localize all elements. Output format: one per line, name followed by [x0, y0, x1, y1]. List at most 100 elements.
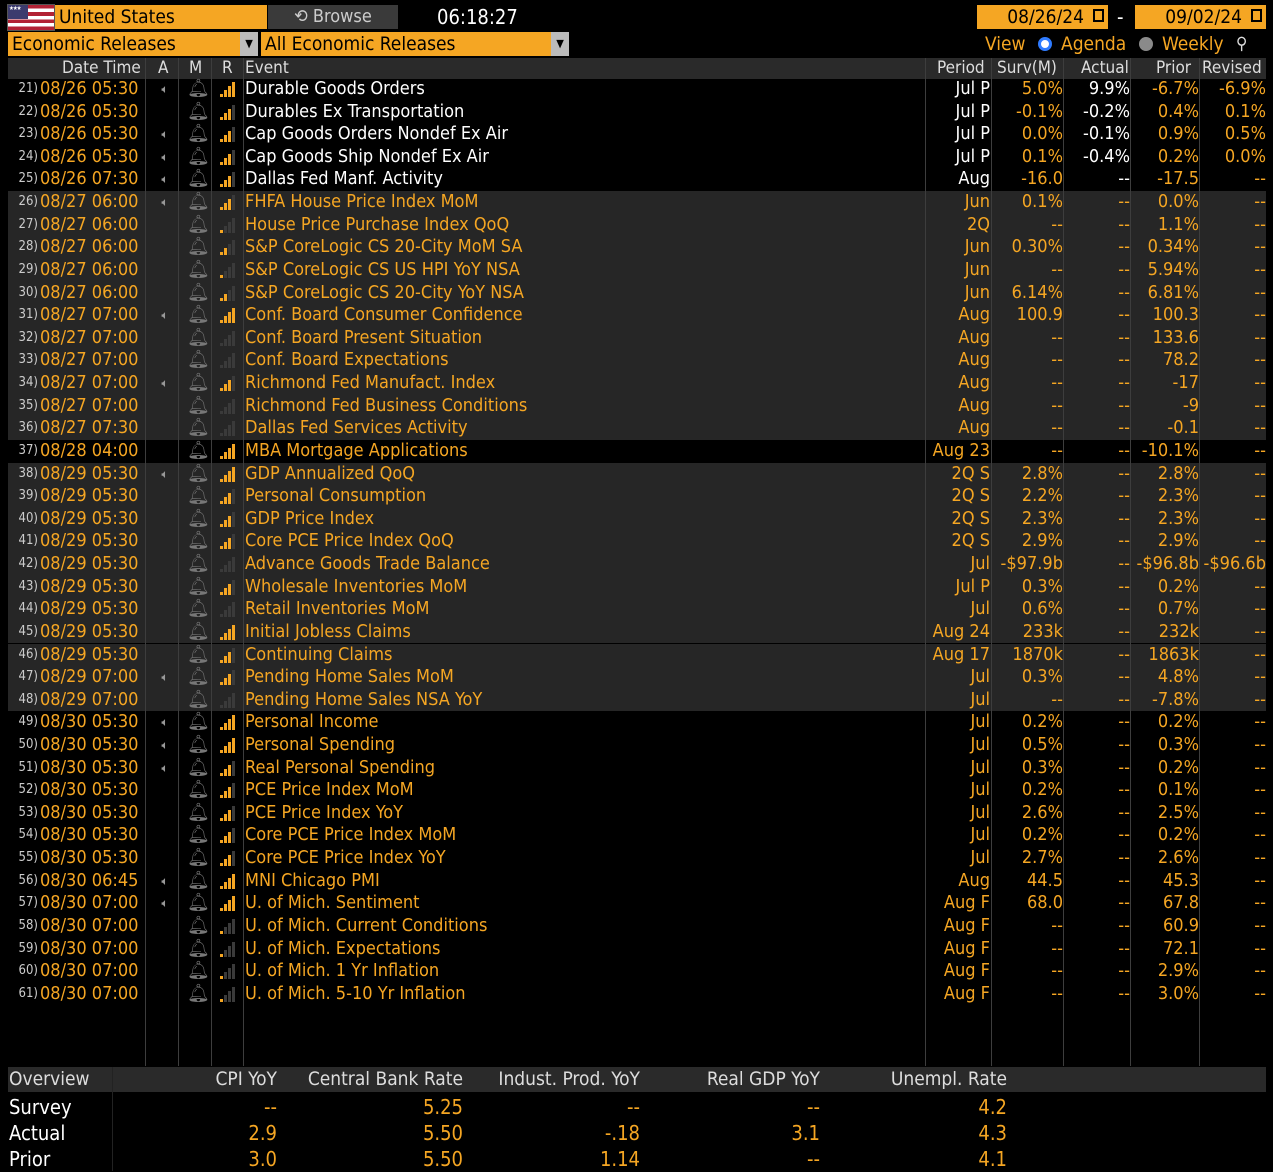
event-name[interactable]: Personal Consumption	[245, 485, 925, 508]
speaker-icon[interactable]: 🔈︎	[156, 372, 174, 395]
bell-icon[interactable]: 🔔︎	[187, 802, 210, 825]
bell-icon[interactable]: 🔔︎	[187, 123, 210, 146]
speaker-icon[interactable]: 🔈︎	[156, 123, 174, 146]
table-row[interactable]: 56) 08/30 06:45 🔈︎ 🔔︎ MNI Chicago PMI Aug 44.5…	[8, 870, 1266, 893]
table-row[interactable]: 33) 08/27 07:00 🔔︎ Conf. Board Expectations…	[8, 349, 1266, 373]
table-row[interactable]: 36) 08/27 07:30 🔔︎ Dallas Fed Services Acti…	[8, 417, 1266, 440]
country-selector[interactable]: United States	[55, 5, 267, 29]
bell-icon[interactable]: 🔔︎	[187, 644, 210, 667]
bell-icon[interactable]: 🔔︎	[187, 960, 210, 983]
table-row[interactable]: 45) 08/29 05:30 🔔︎ Initial Jobless Claims Au…	[8, 620, 1266, 644]
bell-icon[interactable]: 🔔︎	[187, 395, 210, 418]
bell-icon[interactable]: 🔔︎	[187, 327, 210, 350]
table-row[interactable]: 42) 08/29 05:30 🔔︎ Advance Goods Trade Bala…	[8, 553, 1266, 576]
bell-icon[interactable]: 🔔︎	[187, 78, 210, 101]
start-date-field[interactable]: 08/26/24	[977, 5, 1108, 29]
table-row[interactable]: 57) 08/30 07:00 🔈︎ 🔔︎ U. of Mich. Sentiment A…	[8, 892, 1266, 915]
bell-icon[interactable]: 🔔︎	[187, 282, 210, 305]
bell-icon[interactable]: 🔔︎	[187, 236, 210, 259]
weekly-radio[interactable]	[1139, 37, 1153, 51]
bell-icon[interactable]: 🔔︎	[187, 938, 210, 961]
table-row[interactable]: 39) 08/29 05:30 🔔︎ Personal Consumption 2Q S…	[8, 485, 1266, 508]
event-name[interactable]: Richmond Fed Manufact. Index	[245, 372, 925, 395]
event-name[interactable]: Continuing Claims	[245, 644, 925, 667]
event-name[interactable]: FHFA House Price Index MoM	[245, 191, 925, 214]
browse-button[interactable]: ⟲ Browse	[268, 5, 398, 29]
speaker-icon[interactable]: 🔈︎	[156, 757, 174, 780]
table-row[interactable]: 46) 08/29 05:30 🔔︎ Continuing Claims Aug 17 1…	[8, 643, 1266, 667]
bell-icon[interactable]: 🔔︎	[187, 576, 210, 599]
event-name[interactable]: MNI Chicago PMI	[245, 870, 925, 893]
bell-icon[interactable]: 🔔︎	[187, 372, 210, 395]
table-row[interactable]: 27) 08/27 06:00 🔔︎ House Price Purchase Ind…	[8, 213, 1266, 237]
bell-icon[interactable]: 🔔︎	[187, 485, 210, 508]
event-name[interactable]: Conf. Board Consumer Confidence	[245, 304, 925, 327]
table-row[interactable]: 48) 08/29 07:00 🔔︎ Pending Home Sales NSA Y…	[8, 688, 1266, 712]
event-name[interactable]: Durables Ex Transportation	[245, 101, 925, 124]
table-row[interactable]: 32) 08/27 07:00 🔔︎ Conf. Board Present Situ…	[8, 326, 1266, 350]
table-row[interactable]: 24) 08/26 05:30 🔈︎ 🔔︎ Cap Goods Ship Nondef …	[8, 146, 1266, 169]
speaker-icon[interactable]: 🔈︎	[156, 304, 174, 327]
bell-icon[interactable]: 🔔︎	[187, 349, 210, 372]
col-event[interactable]: Event	[245, 58, 289, 79]
speaker-icon[interactable]: 🔈︎	[156, 168, 174, 191]
table-row[interactable]: 61) 08/30 07:00 🔔︎ U. of Mich. 5-10 Yr Infl…	[8, 983, 1266, 1006]
event-name[interactable]: Personal Income	[245, 711, 925, 734]
bell-icon[interactable]: 🔔︎	[187, 711, 210, 734]
event-name[interactable]: S&P CoreLogic CS US HPI YoY NSA	[245, 259, 925, 282]
table-row[interactable]: 25) 08/26 07:30 🔈︎ 🔔︎ Dallas Fed Manf. Activ…	[8, 168, 1266, 191]
event-name[interactable]: Durable Goods Orders	[245, 78, 925, 101]
bell-icon[interactable]: 🔔︎	[187, 168, 210, 191]
bell-icon[interactable]: 🔔︎	[187, 101, 210, 124]
table-row[interactable]: 28) 08/27 06:00 🔔︎ S&P CoreLogic CS 20-City…	[8, 236, 1266, 259]
speaker-icon[interactable]: 🔈︎	[156, 870, 174, 893]
agenda-radio[interactable]	[1038, 37, 1052, 51]
event-name[interactable]: Core PCE Price Index MoM	[245, 824, 925, 847]
table-row[interactable]: 50) 08/30 05:30 🔈︎ 🔔︎ Personal Spending Jul 0.…	[8, 734, 1266, 757]
event-name[interactable]: Core PCE Price Index YoY	[245, 847, 925, 870]
table-row[interactable]: 37) 08/28 04:00 🔔︎ MBA Mortgage Application…	[8, 440, 1266, 463]
table-row[interactable]: 26) 08/27 06:00 🔈︎ 🔔︎ FHFA House Price Index…	[8, 191, 1266, 214]
event-name[interactable]: Core PCE Price Index QoQ	[245, 530, 925, 553]
col-relevance[interactable]: R	[222, 58, 233, 79]
event-name[interactable]: Cap Goods Orders Nondef Ex Air	[245, 123, 925, 146]
bell-icon[interactable]: 🔔︎	[187, 779, 210, 802]
bell-icon[interactable]: 🔔︎	[187, 915, 210, 938]
table-row[interactable]: 43) 08/29 05:30 🔔︎ Wholesale Inventories Mo…	[8, 575, 1266, 599]
bell-icon[interactable]: 🔔︎	[187, 214, 210, 237]
event-name[interactable]: House Price Purchase Index QoQ	[245, 214, 925, 237]
bell-icon[interactable]: 🔔︎	[187, 417, 210, 440]
col-period[interactable]: Period	[937, 58, 985, 79]
bell-icon[interactable]: 🔔︎	[187, 621, 210, 644]
bell-icon[interactable]: 🔔︎	[187, 598, 210, 621]
table-row[interactable]: 59) 08/30 07:00 🔔︎ U. of Mich. Expectations…	[8, 938, 1266, 961]
table-row[interactable]: 31) 08/27 07:00 🔈︎ 🔔︎ Conf. Board Consumer C…	[8, 304, 1266, 327]
bell-icon[interactable]: 🔔︎	[187, 870, 210, 893]
event-name[interactable]: Conf. Board Present Situation	[245, 327, 925, 350]
bell-icon[interactable]: 🔔︎	[187, 463, 210, 486]
table-row[interactable]: 60) 08/30 07:00 🔔︎ U. of Mich. 1 Yr Inflati…	[8, 960, 1266, 983]
event-name[interactable]: GDP Price Index	[245, 508, 925, 531]
bell-icon[interactable]: 🔔︎	[187, 689, 210, 712]
speaker-icon[interactable]: 🔈︎	[156, 711, 174, 734]
calendar-icon[interactable]	[1093, 9, 1104, 22]
table-row[interactable]: 52) 08/30 05:30 🔔︎ PCE Price Index MoM Jul 0.…	[8, 779, 1266, 802]
table-row[interactable]: 30) 08/27 06:00 🔔︎ S&P CoreLogic CS 20-City…	[8, 281, 1266, 305]
event-name[interactable]: Advance Goods Trade Balance	[245, 553, 925, 576]
event-name[interactable]: Dallas Fed Services Activity	[245, 417, 925, 440]
col-survey[interactable]: Surv(M)	[997, 58, 1057, 79]
speaker-icon[interactable]: 🔈︎	[156, 463, 174, 486]
event-name[interactable]: U. of Mich. 1 Yr Inflation	[245, 960, 925, 983]
bell-icon[interactable]: 🔔︎	[187, 666, 210, 689]
table-row[interactable]: 49) 08/30 05:30 🔈︎ 🔔︎ Personal Income Jul 0.2%…	[8, 711, 1266, 734]
event-name[interactable]: PCE Price Index MoM	[245, 779, 925, 802]
event-name[interactable]: Richmond Fed Business Conditions	[245, 395, 925, 418]
table-row[interactable]: 51) 08/30 05:30 🔈︎ 🔔︎ Real Personal Spending…	[8, 757, 1266, 780]
bell-icon[interactable]: 🔔︎	[187, 508, 210, 531]
event-name[interactable]: Pending Home Sales NSA YoY	[245, 689, 925, 712]
bell-icon[interactable]: 🔔︎	[187, 757, 210, 780]
bell-icon[interactable]: 🔔︎	[187, 892, 210, 915]
release-type-dropdown[interactable]: Economic Releases ▼	[8, 32, 258, 56]
table-row[interactable]: 34) 08/27 07:00 🔈︎ 🔔︎ Richmond Fed Manufact.…	[8, 372, 1266, 395]
event-name[interactable]: Conf. Board Expectations	[245, 349, 925, 372]
